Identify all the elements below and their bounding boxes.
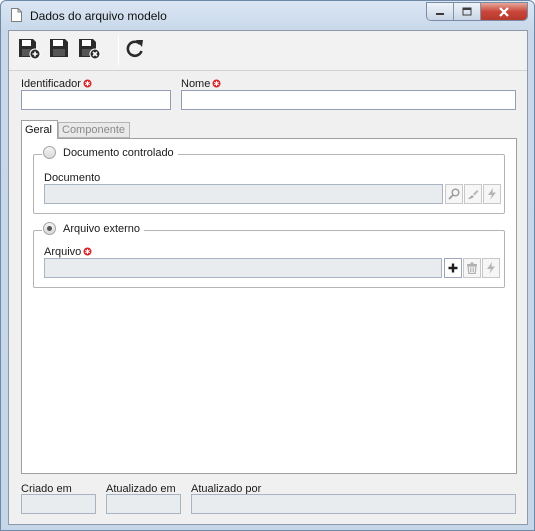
trash-icon [467, 262, 477, 274]
arquivo-externo-label: Arquivo externo [63, 222, 141, 235]
arquivo-delete-button[interactable] [463, 258, 481, 278]
nome-label-text: Nome [181, 78, 211, 90]
criado-em-input [21, 494, 96, 514]
toolbar [9, 31, 527, 71]
arquivo-add-button[interactable] [444, 258, 462, 278]
identificador-label-text: Identificador [21, 78, 81, 90]
arquivo-label-text: Arquivo [44, 246, 82, 258]
maximize-icon [462, 7, 472, 16]
eraser-icon [468, 190, 479, 199]
title-bar[interactable]: Dados do arquivo modelo [1, 1, 534, 30]
floppy-plus-icon [19, 39, 41, 60]
documento-controlado-option[interactable]: Documento controlado [42, 146, 178, 159]
documento-controlado-label: Documento controlado [63, 146, 174, 159]
documento-controlado-radio[interactable] [43, 146, 56, 159]
documento-input[interactable] [44, 184, 443, 204]
arquivo-label: Arquivo [44, 246, 92, 258]
documento-clear-button[interactable] [464, 184, 482, 204]
required-asterisk-icon [83, 79, 92, 88]
plus-icon [448, 263, 458, 273]
client-area: Identificador Nome Geral Componente Docu… [8, 30, 528, 525]
lightning-icon [488, 188, 496, 200]
close-button[interactable] [481, 3, 527, 20]
tab-geral[interactable]: Geral [21, 120, 58, 139]
lightning-icon [487, 262, 495, 274]
floppy-close-icon [79, 39, 101, 60]
documento-controlado-group: Documento controlado Documento [33, 146, 505, 214]
required-asterisk-icon [83, 247, 92, 256]
minimize-icon [436, 12, 444, 15]
tab-componente[interactable]: Componente [58, 122, 130, 138]
minimize-button[interactable] [427, 3, 454, 20]
atualizado-por-input [191, 494, 516, 514]
maximize-button[interactable] [454, 3, 481, 20]
floppy-icon [50, 39, 68, 57]
documento-action-button[interactable] [483, 184, 501, 204]
arquivo-externo-option[interactable]: Arquivo externo [42, 222, 145, 235]
identificador-input[interactable] [21, 90, 171, 110]
arquivo-externo-group: Arquivo externo Arquivo [33, 222, 505, 288]
toolbar-separator [118, 35, 119, 65]
close-icon [499, 6, 509, 17]
documento-label: Documento [44, 172, 101, 184]
nome-input[interactable] [181, 90, 516, 110]
dialog-window: Dados do arquivo modelo Identificador No… [0, 0, 535, 531]
documento-search-button[interactable] [445, 184, 463, 204]
atualizado-em-input [106, 494, 181, 514]
refresh-icon [126, 40, 143, 58]
search-icon [448, 188, 460, 200]
refresh-button[interactable] [123, 38, 147, 60]
arquivo-externo-radio[interactable] [43, 222, 56, 235]
caption-buttons [426, 2, 528, 21]
nome-label: Nome [181, 78, 221, 90]
required-asterisk-icon [212, 79, 221, 88]
identificador-label: Identificador [21, 78, 92, 90]
save-close-button[interactable] [78, 38, 102, 60]
arquivo-input[interactable] [44, 258, 442, 278]
document-icon [11, 8, 22, 22]
save-new-button[interactable] [18, 38, 42, 60]
arquivo-action-button[interactable] [482, 258, 500, 278]
save-button[interactable] [48, 38, 72, 60]
tab-panel-geral: Documento controlado Documento Arquivo e… [21, 138, 517, 474]
window-title: Dados do arquivo modelo [30, 9, 167, 23]
